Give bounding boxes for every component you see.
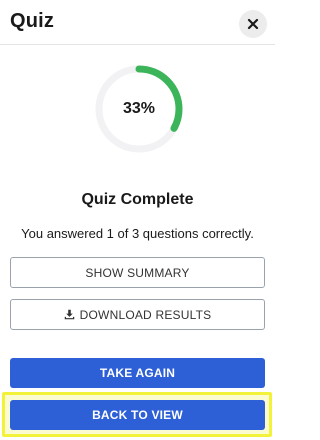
show-summary-button[interactable]: SHOW SUMMARY: [10, 257, 265, 288]
score-percent: 33%: [122, 100, 156, 117]
back-to-view-label: BACK TO VIEW: [92, 408, 183, 422]
close-icon: [247, 18, 259, 30]
panel-title: Quiz: [10, 10, 55, 32]
close-button[interactable]: [239, 10, 267, 38]
back-to-view-button[interactable]: BACK TO VIEW: [10, 400, 265, 430]
take-again-label: TAKE AGAIN: [99, 366, 176, 380]
quiz-panel: Quiz 33% Quiz Complete You answered 1 of…: [0, 0, 275, 440]
result-summary: You answered 1 of 3 questions correctly.: [21, 226, 254, 241]
score-ring: 33%: [94, 64, 184, 154]
result-heading: Quiz Complete: [81, 191, 194, 208]
download-icon: [64, 309, 74, 320]
take-again-button[interactable]: TAKE AGAIN: [10, 358, 265, 388]
panel-header: Quiz: [0, 0, 275, 45]
download-results-button[interactable]: DOWNLOAD RESULTS: [10, 299, 265, 330]
show-summary-label: SHOW SUMMARY: [85, 265, 190, 280]
download-results-label: DOWNLOAD RESULTS: [79, 307, 212, 322]
